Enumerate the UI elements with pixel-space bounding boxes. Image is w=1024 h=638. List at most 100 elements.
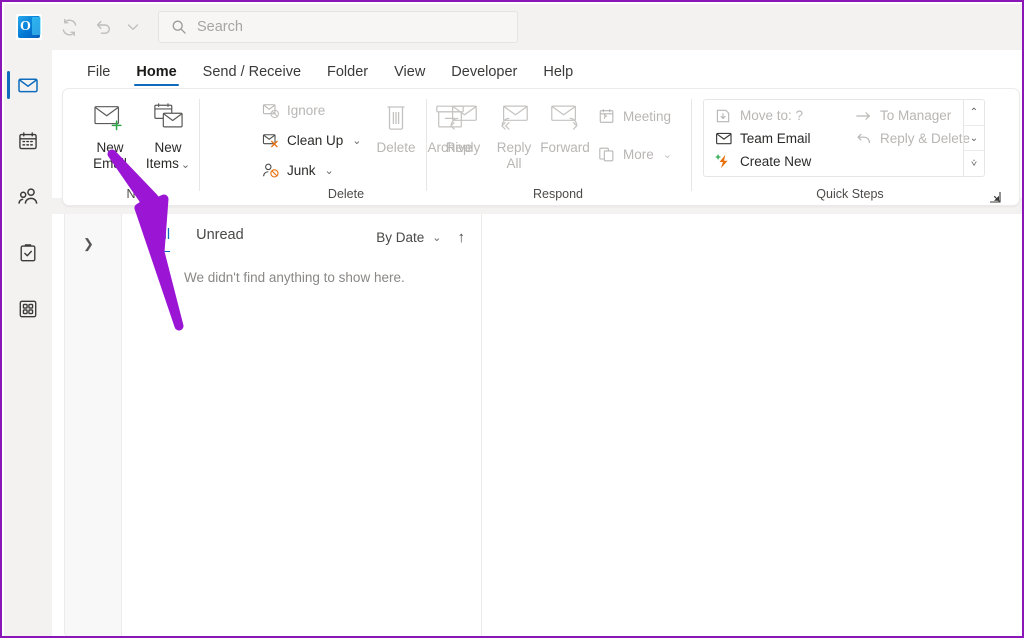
chevron-down-icon bbox=[127, 24, 139, 30]
search-placeholder: Search bbox=[197, 19, 243, 35]
new-email-button[interactable]: New Email bbox=[81, 97, 139, 172]
customize-quick-access-toolbar-button[interactable] bbox=[120, 10, 146, 44]
chevron-right-icon[interactable]: ❯ bbox=[83, 236, 94, 252]
new-items-label-line2: Items bbox=[145, 156, 179, 171]
ignore-icon bbox=[261, 101, 280, 120]
quick-step-team-email-label: Team Email bbox=[740, 131, 811, 146]
quick-step-to-manager-label: To Manager bbox=[880, 108, 952, 123]
quick-step-reply-and-delete[interactable]: Reply & Delete bbox=[854, 129, 970, 148]
ribbon-group-label-respond: Respond bbox=[532, 187, 584, 201]
people-icon bbox=[18, 188, 38, 204]
quick-step-reply-and-delete-label: Reply & Delete bbox=[880, 131, 971, 146]
gallery-expand-icon[interactable]: ⩒ bbox=[964, 151, 984, 176]
new-email-label-line2: Email bbox=[93, 156, 127, 171]
reply-all-icon bbox=[497, 97, 531, 137]
clean-up-icon bbox=[261, 131, 280, 150]
to-manager-icon bbox=[854, 106, 873, 125]
more-respond-button[interactable]: More ⌄ bbox=[597, 145, 672, 164]
trash-icon bbox=[381, 97, 411, 137]
clean-up-label: Clean Up bbox=[287, 133, 344, 148]
ignore-button[interactable]: Ignore bbox=[261, 101, 325, 120]
junk-button[interactable]: Junk ⌄ bbox=[261, 161, 334, 180]
filter-unread[interactable]: Unread bbox=[196, 227, 244, 247]
sync-icon bbox=[62, 18, 76, 36]
ribbon-group-label-new: New bbox=[126, 187, 152, 201]
reply-button[interactable]: Reply bbox=[434, 97, 492, 156]
quick-steps-scrollbar[interactable]: ⌃ ⌄ ⩒ bbox=[963, 100, 984, 176]
meeting-button[interactable]: Meeting bbox=[597, 107, 671, 126]
send-receive-all-button[interactable] bbox=[52, 10, 86, 44]
arrow-up-icon[interactable]: ↑ bbox=[458, 229, 466, 246]
chevron-down-icon: ⌄ bbox=[352, 135, 362, 147]
reading-pane bbox=[482, 214, 1022, 636]
clean-up-button[interactable]: Clean Up ⌄ bbox=[261, 131, 362, 150]
ribbon-tab-bar: File Home Send / Receive Folder View Dev… bbox=[52, 50, 1022, 88]
new-items-label-line1: New bbox=[154, 140, 182, 155]
search-input[interactable]: Search bbox=[158, 11, 518, 43]
tab-home[interactable]: Home bbox=[123, 64, 189, 88]
more-respond-label: More bbox=[623, 147, 654, 162]
delete-button[interactable]: Delete bbox=[367, 97, 425, 156]
create-new-quick-step-icon bbox=[714, 152, 733, 171]
scroll-up-icon[interactable]: ⌃ bbox=[964, 100, 984, 126]
quick-step-team-email[interactable]: Team Email bbox=[714, 129, 811, 148]
reply-label: Reply bbox=[445, 140, 481, 155]
outlook-window: O Search File Home Send / Receive Folder… bbox=[0, 0, 1024, 638]
outlook-logo-icon: O bbox=[16, 14, 42, 40]
content-area: ❯ All Unread By Date ⌄ ↑ We didn't find … bbox=[52, 214, 1022, 636]
junk-label: Junk bbox=[287, 163, 316, 178]
meeting-icon bbox=[597, 107, 616, 126]
reply-and-delete-icon bbox=[854, 129, 873, 148]
message-list-pane: All Unread By Date ⌄ ↑ We didn't find an… bbox=[122, 214, 482, 636]
forward-icon bbox=[548, 97, 582, 137]
apps-grid-icon bbox=[19, 300, 37, 318]
message-list-header: All Unread By Date ⌄ ↑ bbox=[122, 214, 481, 260]
junk-icon bbox=[261, 161, 280, 180]
chevron-down-icon: ⌄ bbox=[324, 165, 334, 177]
tab-file[interactable]: File bbox=[74, 64, 123, 88]
new-email-icon bbox=[92, 97, 128, 137]
reply-all-label-line2: All bbox=[506, 156, 522, 171]
tab-developer[interactable]: Developer bbox=[438, 64, 530, 88]
new-items-icon bbox=[150, 97, 186, 137]
ribbon-group-quick-steps: Move to: ? To Manager Team Email Reply &… bbox=[691, 89, 1009, 205]
ribbon-group-label-quick-steps: Quick Steps bbox=[816, 187, 884, 201]
app-rail bbox=[4, 50, 52, 636]
chevron-down-icon: ⌄ bbox=[180, 159, 191, 171]
tab-folder[interactable]: Folder bbox=[314, 64, 381, 88]
filter-all[interactable]: All bbox=[154, 227, 171, 252]
rail-item-mail[interactable] bbox=[4, 58, 52, 112]
quick-step-create-new[interactable]: Create New bbox=[714, 152, 811, 171]
forward-button[interactable]: Forward bbox=[536, 97, 594, 156]
tab-send-receive[interactable]: Send / Receive bbox=[190, 64, 314, 88]
new-items-button[interactable]: New Items ⌄ bbox=[139, 97, 197, 173]
quick-steps-gallery: Move to: ? To Manager Team Email Reply &… bbox=[703, 99, 985, 177]
scroll-down-icon[interactable]: ⌄ bbox=[964, 126, 984, 152]
ribbon: New Email New Items ⌄ New Ignore Clean U… bbox=[62, 88, 1020, 206]
tab-view[interactable]: View bbox=[381, 64, 438, 88]
chevron-down-icon[interactable]: ⌄ bbox=[432, 231, 441, 244]
empty-state-message: We didn't find anything to show here. bbox=[184, 270, 405, 285]
team-email-icon bbox=[714, 129, 733, 148]
dialog-box-launcher-icon[interactable] bbox=[989, 190, 1001, 203]
tab-help[interactable]: Help bbox=[530, 64, 586, 88]
reply-all-button[interactable]: Reply All bbox=[485, 97, 543, 172]
quick-step-to-manager[interactable]: To Manager bbox=[854, 106, 951, 125]
rail-item-to-do[interactable] bbox=[4, 226, 52, 280]
rail-item-people[interactable] bbox=[4, 170, 52, 224]
folder-pane-collapsed[interactable]: ❯ bbox=[64, 214, 122, 636]
chevron-down-icon: ⌄ bbox=[662, 149, 672, 161]
new-email-label-line1: New bbox=[96, 140, 124, 155]
undo-button[interactable] bbox=[86, 10, 120, 44]
sort-by-button[interactable]: By Date bbox=[376, 230, 424, 245]
ribbon-group-new: New Email New Items ⌄ New bbox=[73, 89, 205, 205]
reply-all-label-line1: Reply bbox=[496, 140, 532, 155]
forward-label: Forward bbox=[540, 140, 590, 155]
rail-item-more-apps[interactable] bbox=[4, 282, 52, 336]
quick-step-move-to-label: Move to: ? bbox=[740, 108, 804, 123]
rail-item-calendar[interactable] bbox=[4, 114, 52, 168]
undo-icon bbox=[96, 20, 110, 34]
quick-step-move-to[interactable]: Move to: ? bbox=[714, 106, 803, 125]
move-to-icon bbox=[714, 106, 733, 125]
meeting-label: Meeting bbox=[623, 109, 672, 124]
